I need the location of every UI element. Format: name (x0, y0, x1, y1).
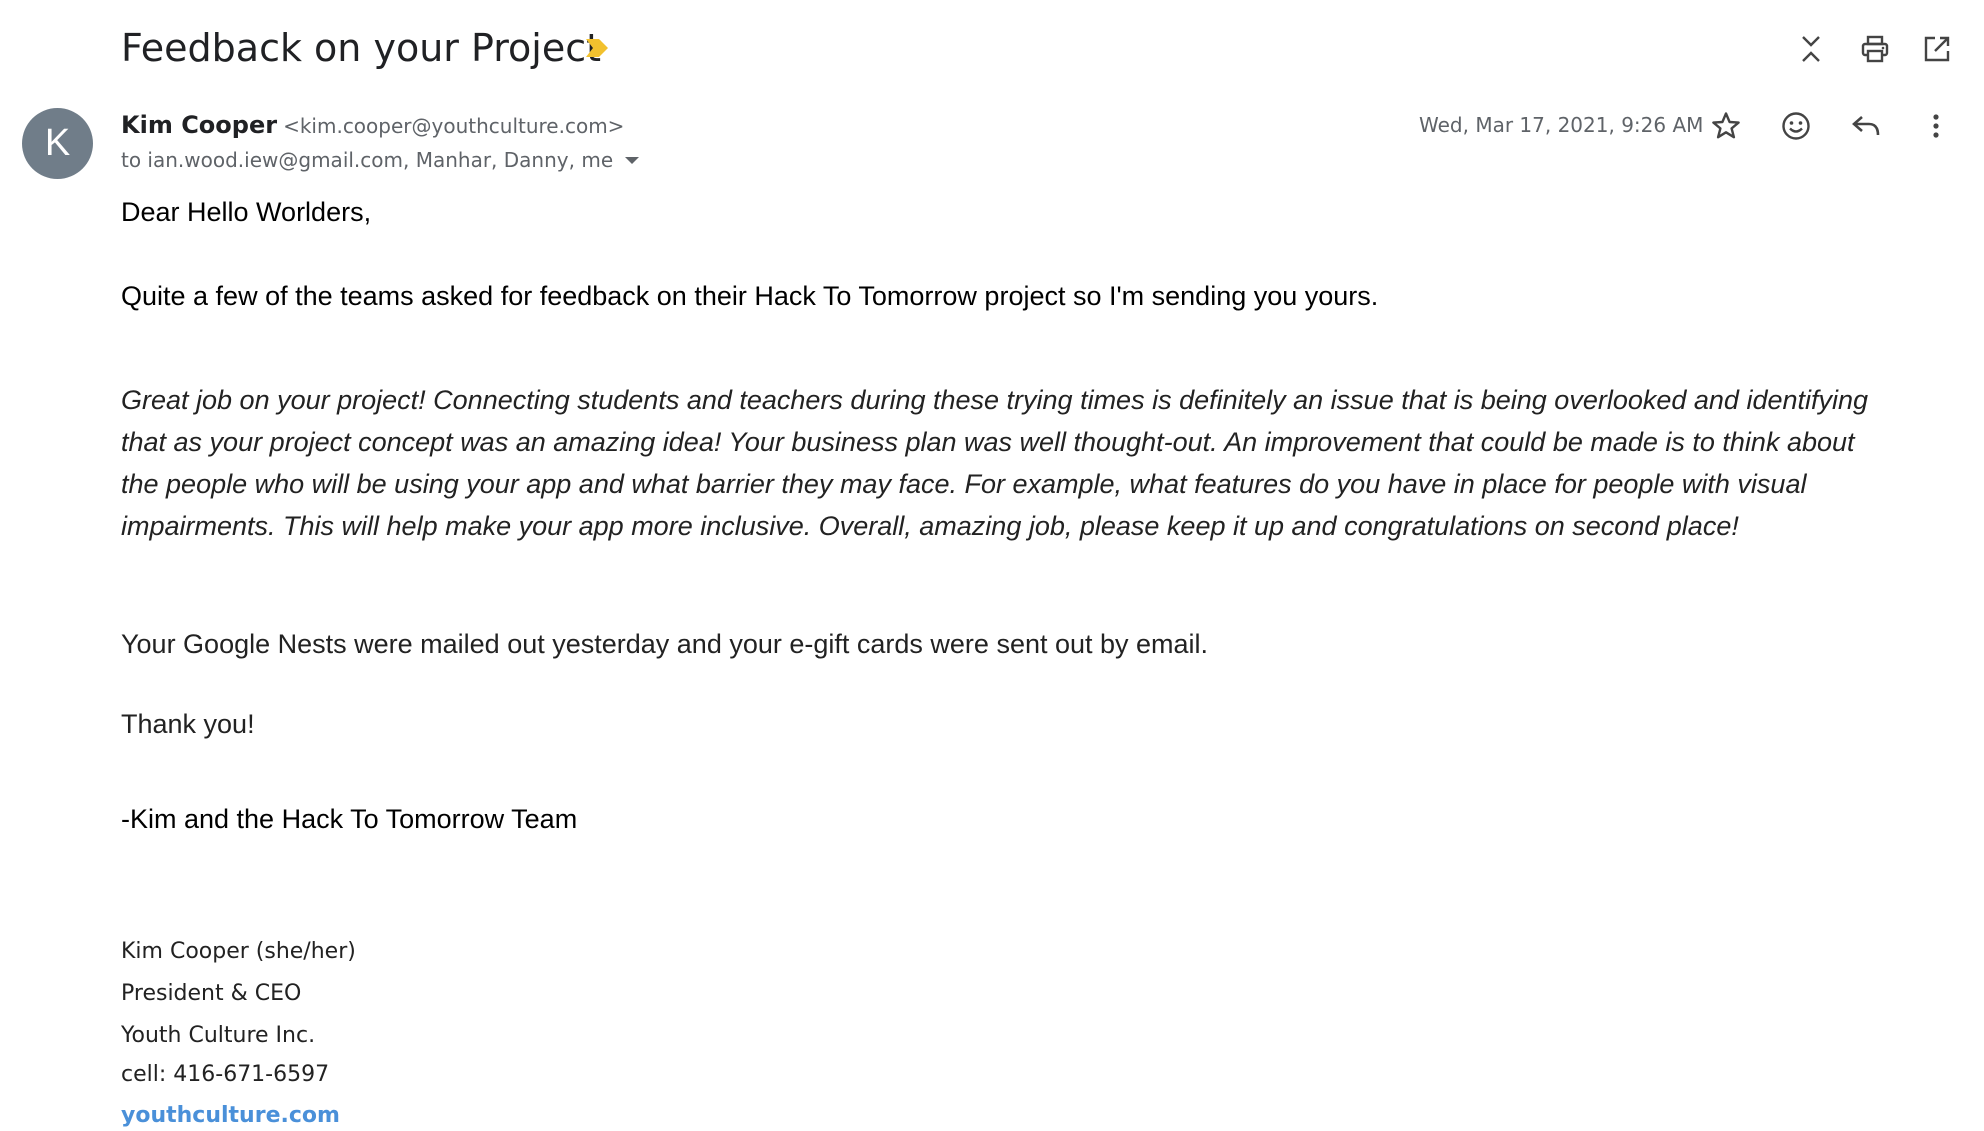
body-thanks: Thank you! (121, 709, 255, 739)
more-options-button[interactable] (1914, 104, 1958, 148)
signature-website-link[interactable]: youthculture.com (121, 1101, 340, 1131)
email-subject: Feedback on your Project (121, 26, 601, 70)
recipients-text: to ian.wood.iew@gmail.com, Manhar, Danny… (121, 148, 614, 172)
signature-company: Youth Culture Inc. (121, 1023, 316, 1048)
email-timestamp: Wed, Mar 17, 2021, 9:26 AM (1419, 113, 1704, 137)
collapse-all-icon (1802, 36, 1820, 62)
body-feedback: Great job on your project! Connecting st… (121, 379, 1961, 547)
show-details-icon[interactable] (625, 156, 640, 164)
add-reaction-button[interactable] (1774, 104, 1818, 148)
body-intro: Quite a few of the teams asked for feedb… (121, 281, 1379, 311)
signature-title: President & CEO (121, 981, 302, 1006)
recipients-line: to ian.wood.iew@gmail.com, Manhar, Danny… (121, 146, 640, 174)
print-icon (1861, 35, 1889, 63)
feedback-line: impairments. This will help make your ap… (121, 511, 1739, 541)
feedback-line: Great job on your project! Connecting st… (121, 385, 1869, 415)
sender-name[interactable]: Kim Cooper (121, 111, 277, 139)
more-vertical-icon (1933, 114, 1939, 138)
body-shipping: Your Google Nests were mailed out yester… (121, 629, 1209, 659)
avatar-letter: K (44, 122, 71, 164)
feedback-line: the people who will be using your app an… (121, 469, 1807, 499)
sender-email: <kim.cooper@youthculture.com> (283, 114, 625, 138)
sender-line: Kim Cooper <kim.cooper@youthculture.com> (121, 110, 624, 144)
star-button[interactable] (1704, 104, 1748, 148)
star-icon (1712, 112, 1740, 139)
reply-icon (1852, 116, 1880, 136)
signature-cell: cell: 416-671-6597 (121, 1062, 330, 1087)
importance-marker-icon[interactable] (584, 37, 610, 59)
sender-avatar[interactable]: K (22, 108, 93, 179)
feedback-line: that as your project concept was an amaz… (121, 427, 1855, 457)
body-greeting: Dear Hello Worlders, (121, 197, 372, 227)
body-signoff: -Kim and the Hack To Tomorrow Team (121, 804, 578, 834)
open-in-new-window-button[interactable] (1917, 29, 1957, 69)
emoji-reaction-icon (1782, 112, 1810, 140)
reply-button[interactable] (1844, 104, 1888, 148)
open-in-new-window-icon (1924, 36, 1950, 62)
collapse-all-button[interactable] (1791, 29, 1831, 69)
signature-name: Kim Cooper (she/her) (121, 939, 356, 964)
print-button[interactable] (1855, 29, 1895, 69)
